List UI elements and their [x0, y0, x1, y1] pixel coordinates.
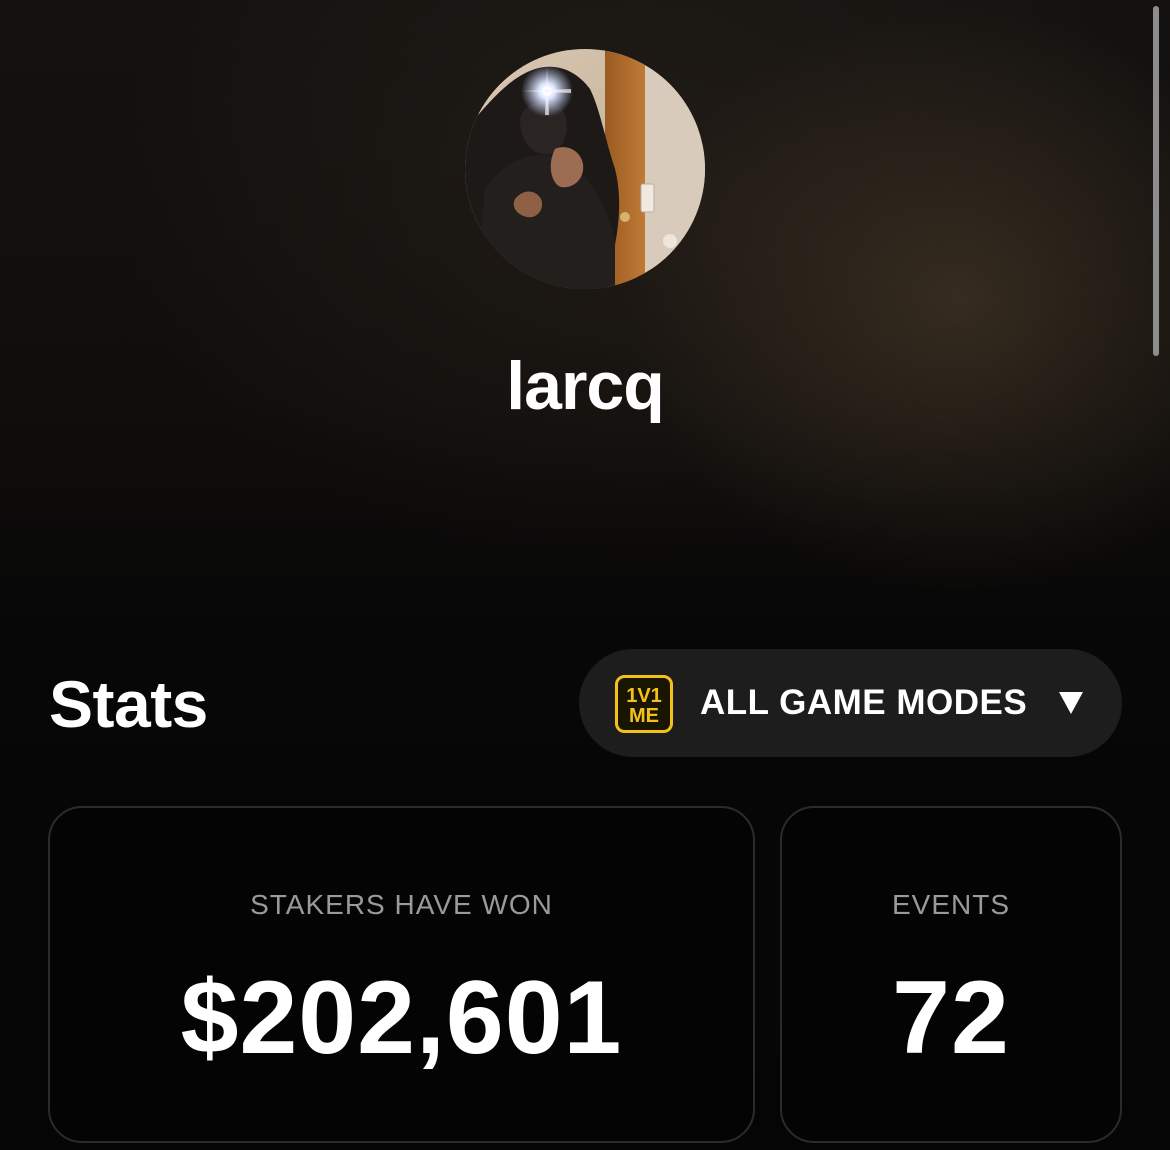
game-mode-label: ALL GAME MODES	[700, 683, 1028, 722]
username: larcq	[506, 348, 665, 424]
avatar	[465, 49, 705, 289]
scrollbar[interactable]	[1153, 6, 1159, 356]
stakers-won-value: $202,601	[180, 960, 623, 1076]
caret-down-icon	[1059, 692, 1083, 714]
profile-page: larcq Stats 1V1 ME ALL GAME MODES STAKER…	[0, 0, 1170, 1150]
stakers-won-label: STAKERS HAVE WON	[250, 889, 553, 920]
1v1me-logo-icon: 1V1 ME	[615, 675, 673, 733]
events-value: 72	[892, 960, 1010, 1076]
events-card: EVENTS 72	[780, 806, 1122, 1143]
events-label: EVENTS	[891, 889, 1011, 920]
game-mode-dropdown[interactable]: 1V1 ME ALL GAME MODES	[579, 649, 1122, 757]
logo-text-bottom: ME	[629, 705, 659, 727]
logo-text-top: 1V1	[626, 685, 662, 707]
stats-heading: Stats	[49, 667, 208, 741]
stakers-won-card: STAKERS HAVE WON $202,601	[48, 806, 755, 1143]
profile-photo-icon	[465, 49, 705, 289]
